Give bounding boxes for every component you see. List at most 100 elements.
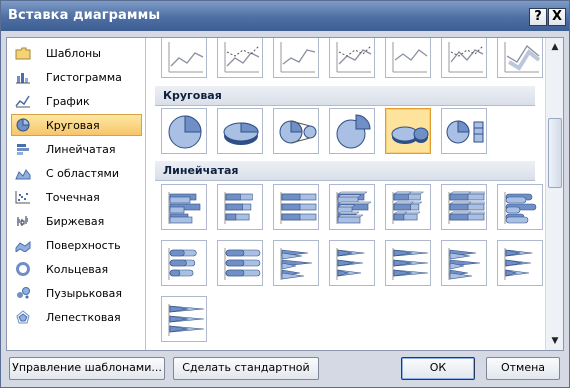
100-stacked-cone-bar-chart-icon <box>392 248 429 280</box>
clustered-bar-chart-icon <box>168 192 201 224</box>
chart-thumb-3d-stacked-bar[interactable] <box>385 184 431 230</box>
chart-thumb-3d-line[interactable] <box>497 38 543 78</box>
3d-line-chart-icon <box>504 42 541 73</box>
category-label: Пузырьковая <box>46 287 122 300</box>
line-chart-icon <box>15 95 30 108</box>
100-stacked-pyramid-bar-chart-icon <box>168 304 205 336</box>
exploded-pie-chart-icon <box>336 114 371 149</box>
category-label: Шаблоны <box>46 47 101 60</box>
category-item[interactable]: Линейчатая <box>11 138 142 160</box>
scroll-down-arrow-icon[interactable]: ▼ <box>548 334 562 348</box>
chart-thumb-pie[interactable] <box>161 108 207 154</box>
3d-exploded-pie-chart-icon <box>391 126 429 144</box>
chart-thumb-100-stacked-bar[interactable] <box>273 184 319 230</box>
chart-thumb-stacked-line[interactable] <box>273 38 319 78</box>
100-stacked-bar-chart-icon <box>280 192 317 224</box>
chart-thumb-clustered-pyramid-bar[interactable] <box>441 240 487 286</box>
category-label: Поверхность <box>46 239 121 252</box>
dialog-body: Шаблоны Гистограмма График Круговая Линейчат… <box>6 37 564 351</box>
insert-chart-dialog: Вставка диаграммы ? X Шаблоны Гистограмма… <box>0 0 570 388</box>
pie-chart-icon <box>16 118 30 132</box>
category-label: Круговая <box>46 119 100 132</box>
close-button[interactable]: X <box>548 8 566 26</box>
gallery-scrollbar[interactable]: ▲ ▼ <box>545 38 563 350</box>
chart-thumb-3d-clustered-bar[interactable] <box>329 184 375 230</box>
chart-category-list: Шаблоны Гистограмма График Круговая Линейчат… <box>7 38 146 350</box>
chart-thumb-line[interactable] <box>161 38 207 78</box>
column-chart-icon <box>16 73 30 84</box>
category-item[interactable]: Кольцевая <box>11 258 142 280</box>
section-title: Линейчатая <box>163 164 239 177</box>
stacked-line-chart-icon <box>280 42 316 73</box>
category-item[interactable]: Шаблоны <box>11 42 142 64</box>
category-item[interactable]: С областями <box>11 162 142 184</box>
stock-chart-icon <box>17 216 28 226</box>
radar-chart-icon <box>16 310 30 324</box>
bar-of-pie-chart-icon <box>446 120 484 144</box>
chart-thumb-3d-100-stacked-bar[interactable] <box>441 184 487 230</box>
bubble-chart-icon <box>17 287 30 299</box>
section-title: Круговая <box>163 89 222 102</box>
chart-thumb-stacked-pyramid-bar[interactable] <box>497 240 543 286</box>
category-item[interactable]: Поверхность <box>11 234 142 256</box>
stacked-pyramid-bar-chart-icon <box>504 248 533 280</box>
chart-thumb-clustered-cylinder-bar[interactable] <box>497 184 543 230</box>
chart-thumb-100-line[interactable] <box>385 38 431 78</box>
scroll-up-arrow-icon[interactable]: ▲ <box>548 40 562 54</box>
stacked-bar-chart-icon <box>224 192 253 224</box>
chart-thumb-pie-of-pie[interactable] <box>273 108 319 154</box>
chart-thumb-stacked-line-markers[interactable] <box>329 38 375 78</box>
chart-thumb-3d-pie[interactable] <box>217 108 263 154</box>
chart-thumb-100-stacked-cone-bar[interactable] <box>385 240 431 286</box>
pie-of-pie-chart-icon <box>279 120 317 144</box>
scroll-thumb[interactable] <box>548 118 562 188</box>
category-label: Кольцевая <box>46 263 109 276</box>
category-item[interactable]: Пузырьковая <box>11 282 142 304</box>
category-item[interactable]: График <box>11 90 142 112</box>
category-label: Точечная <box>46 191 100 204</box>
chart-thumb-100-stacked-cylinder-bar[interactable] <box>217 240 263 286</box>
category-label: Гистограмма <box>46 71 122 84</box>
dialog-title: Вставка диаграммы <box>8 8 161 23</box>
3d-pie-chart-icon <box>223 122 259 145</box>
manage-templates-button[interactable]: Управление шаблонами... <box>9 357 165 380</box>
chart-thumb-bar-of-pie[interactable] <box>441 108 487 154</box>
chart-thumb-stacked-cone-bar[interactable] <box>329 240 375 286</box>
scatter-chart-icon <box>15 191 30 204</box>
chart-thumb-clustered-cone-bar[interactable] <box>273 240 319 286</box>
section-header-bar: Линейчатая <box>155 161 535 181</box>
category-label: Линейчатая <box>46 143 116 156</box>
chart-thumb-100-line-markers[interactable] <box>441 38 487 78</box>
set-default-button[interactable]: Сделать стандартной <box>173 357 319 380</box>
chart-thumb-100-stacked-pyramid-bar[interactable] <box>161 296 207 342</box>
100-stacked-cylinder-bar-chart-icon <box>224 248 261 280</box>
area-chart-icon <box>15 169 31 180</box>
chart-thumb-clustered-bar[interactable] <box>161 184 207 230</box>
stacked-line-markers-chart-icon <box>336 42 372 73</box>
stacked-cylinder-bar-chart-icon <box>168 248 197 280</box>
doughnut-chart-icon <box>16 262 30 276</box>
chart-thumb-exploded-pie[interactable] <box>329 108 375 154</box>
surface-chart-icon <box>15 240 31 252</box>
category-item[interactable]: Лепестковая <box>11 306 142 328</box>
chart-thumb-stacked-bar[interactable] <box>217 184 263 230</box>
chart-thumb-stacked-cylinder-bar[interactable] <box>161 240 207 286</box>
folder-icon <box>15 47 31 60</box>
bar-chart-icon <box>17 144 29 155</box>
category-item[interactable]: Круговая <box>11 114 142 136</box>
help-button[interactable]: ? <box>529 8 547 26</box>
category-item[interactable]: Гистограмма <box>11 66 142 88</box>
cancel-button[interactable]: Отмена <box>486 357 560 380</box>
3d-100-stacked-bar-chart-icon <box>448 191 485 224</box>
category-item[interactable]: Биржевая <box>11 210 142 232</box>
3d-clustered-bar-chart-icon <box>336 191 372 224</box>
chart-type-gallery: Круговая Линейчатая <box>149 38 545 350</box>
chart-thumb-3d-exploded-pie[interactable] <box>385 108 431 154</box>
clustered-pyramid-bar-chart-icon <box>448 248 481 280</box>
ok-button[interactable]: ОК <box>401 357 475 380</box>
line-markers-chart-icon <box>224 42 260 73</box>
chart-thumb-line-markers[interactable] <box>217 38 263 78</box>
pie-chart-icon <box>168 115 202 149</box>
100-line-markers-chart-icon <box>448 42 484 73</box>
category-item[interactable]: Точечная <box>11 186 142 208</box>
